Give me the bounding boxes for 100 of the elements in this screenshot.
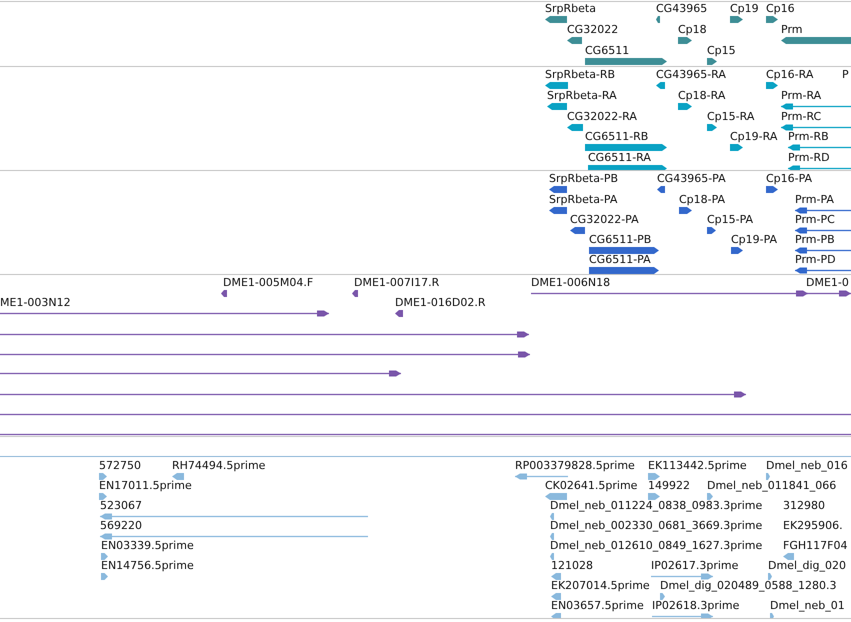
feature-label[interactable]: Dmel_dig_020489_0588_1280.3 [660, 579, 837, 593]
feature-arrow[interactable] [585, 143, 667, 152]
feature-label[interactable]: SrpRbeta-RA [547, 89, 617, 103]
feature-label[interactable]: 121028 [551, 559, 593, 573]
feature-label[interactable]: Dmel_neb_002330_0681_3669.3prime [550, 519, 762, 533]
feature-label[interactable]: Prm-RB [788, 130, 829, 144]
feature-label[interactable]: FGH117F04 [783, 539, 848, 553]
feature-label[interactable]: Prm-PB [795, 233, 835, 247]
feature-label[interactable]: EN14756.5prime [101, 559, 194, 573]
feature-arrow[interactable] [545, 81, 568, 90]
feature-arrow[interactable] [806, 289, 851, 298]
feature-arrow[interactable] [589, 266, 659, 274]
feature-label[interactable]: EK295906. [783, 519, 843, 533]
feature-label[interactable]: 312980 [783, 499, 825, 513]
feature-arrow[interactable] [766, 185, 778, 194]
feature-label[interactable]: CG6511-RA [588, 151, 651, 165]
feature-arrow[interactable] [656, 81, 665, 90]
feature-arrow[interactable] [395, 309, 403, 318]
feature-arrow[interactable] [678, 102, 692, 111]
feature-label[interactable]: Cp15-PA [707, 213, 754, 227]
feature-arrow[interactable] [0, 350, 530, 359]
feature-label[interactable]: CG43965-PA [657, 172, 726, 186]
feature-arrow[interactable] [567, 123, 583, 132]
feature-label[interactable]: EK207014.5prime [551, 579, 650, 593]
feature-label[interactable]: CG6511-PA [589, 253, 651, 267]
feature-label[interactable]: 569220 [100, 519, 142, 533]
feature-label[interactable]: Cp16 [766, 2, 795, 16]
feature-arrow[interactable] [547, 102, 567, 111]
feature-arrow[interactable] [795, 266, 851, 274]
feature-arrow[interactable] [766, 15, 778, 24]
feature-label[interactable]: SrpRbeta-PA [549, 193, 618, 207]
feature-label[interactable]: CG43965-RA [656, 68, 726, 82]
feature-label[interactable]: Prm-RA [781, 89, 822, 103]
feature-label[interactable]: CG6511-RB [585, 130, 648, 144]
feature-arrow[interactable] [788, 143, 851, 152]
feature-label[interactable]: Prm [781, 23, 802, 37]
feature-label[interactable]: IP02617.3prime [651, 559, 738, 573]
feature-arrow[interactable] [795, 246, 851, 255]
feature-arrow[interactable] [549, 185, 567, 194]
feature-arrow[interactable] [657, 185, 665, 194]
feature-arrow[interactable] [795, 226, 851, 235]
feature-arrow[interactable] [678, 36, 692, 45]
feature-arrow[interactable] [531, 289, 808, 298]
feature-label[interactable]: EK113442.5prime [648, 459, 747, 473]
feature-arrow[interactable] [0, 390, 746, 399]
feature-arrow[interactable] [781, 102, 851, 111]
feature-label[interactable]: Dmel_dig_020 [768, 559, 846, 573]
feature-label[interactable]: Dmel_neb_012610_0849_1627.3prime [550, 539, 762, 553]
feature-arrow[interactable] [781, 123, 851, 132]
feature-label[interactable]: RP003379828.5prime [515, 459, 635, 473]
feature-label[interactable]: Cp19-RA [730, 130, 778, 144]
feature-label[interactable]: Cp19-PA [731, 233, 778, 247]
feature-label[interactable]: IP02618.3prime [652, 599, 740, 613]
feature-label[interactable]: CG6511-PB [589, 233, 652, 247]
feature-arrow[interactable] [781, 36, 851, 45]
feature-label[interactable]: SrpRbeta-PB [549, 172, 618, 186]
feature-label[interactable]: Prm-RC [781, 110, 822, 124]
feature-arrow[interactable] [0, 330, 529, 339]
feature-arrow[interactable] [707, 226, 716, 235]
feature-arrow[interactable] [707, 123, 717, 132]
feature-label[interactable]: CK02641.5prime [545, 479, 638, 493]
feature-label[interactable]: 149922 [648, 479, 690, 493]
feature-arrow[interactable] [0, 309, 329, 318]
feature-label[interactable]: CG32022-PA [570, 213, 639, 227]
feature-label[interactable]: DME1-007I17.R [354, 276, 440, 290]
feature-label[interactable]: RH74494.5prime [172, 459, 266, 473]
feature-label[interactable]: Cp16-RA [766, 68, 814, 82]
feature-arrow[interactable] [730, 143, 743, 152]
feature-label[interactable]: DME1-005M04.F [223, 276, 314, 290]
feature-label[interactable]: EN17011.5prime [99, 479, 192, 493]
feature-label[interactable]: Cp18-RA [678, 89, 726, 103]
feature-arrow[interactable] [795, 206, 851, 215]
feature-label[interactable]: EN03339.5prime [101, 539, 194, 553]
feature-label[interactable]: 572750 [99, 459, 141, 473]
feature-label[interactable]: CG6511 [585, 44, 630, 58]
feature-label[interactable]: P [842, 68, 849, 82]
feature-label[interactable]: Dmel_neb_011224_0838_0983.3prime [550, 499, 762, 513]
feature-label[interactable]: ME1-003N12 [0, 296, 71, 310]
feature-label[interactable]: DME1-006N18 [531, 276, 610, 290]
feature-arrow[interactable] [352, 289, 358, 298]
feature-label[interactable]: CG32022 [567, 23, 618, 37]
feature-arrow[interactable] [589, 246, 659, 255]
feature-arrow[interactable] [731, 246, 743, 255]
feature-arrow[interactable] [0, 369, 401, 378]
feature-label[interactable]: Cp15 [707, 44, 736, 58]
feature-label[interactable]: SrpRbeta-RB [545, 68, 616, 82]
feature-label[interactable]: CG32022-RA [567, 110, 637, 124]
feature-label[interactable]: Prm-PC [795, 213, 835, 227]
feature-label[interactable]: DME1-0 [806, 276, 849, 290]
feature-arrow[interactable] [730, 15, 743, 24]
feature-arrow[interactable] [221, 289, 227, 298]
feature-label[interactable]: CG43965 [656, 2, 708, 16]
feature-label[interactable]: DME1-016D02.R [395, 296, 486, 310]
feature-label[interactable]: Cp15-RA [707, 110, 754, 124]
feature-label[interactable]: Prm-PD [795, 253, 836, 267]
feature-arrow[interactable] [567, 36, 582, 45]
feature-arrow[interactable] [549, 206, 567, 215]
feature-arrow[interactable] [545, 15, 567, 24]
feature-arrow[interactable] [570, 226, 585, 235]
feature-arrow[interactable] [707, 57, 717, 66]
